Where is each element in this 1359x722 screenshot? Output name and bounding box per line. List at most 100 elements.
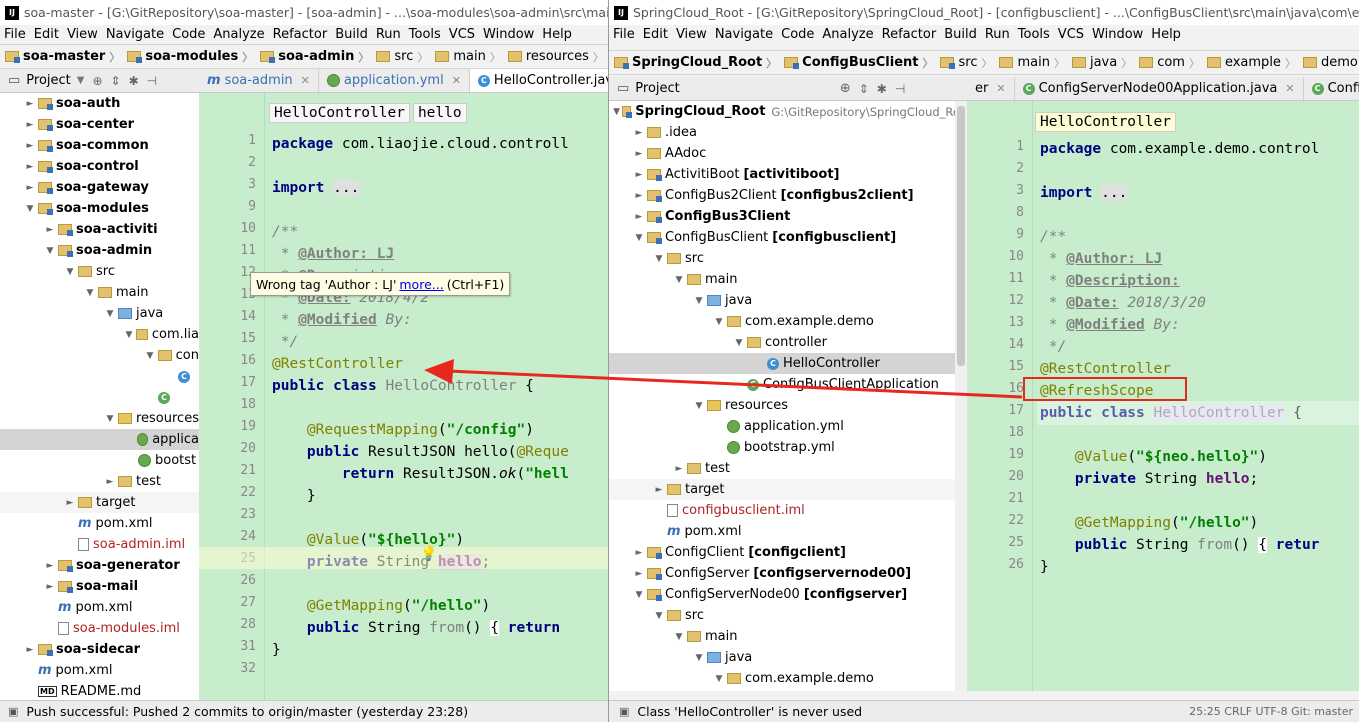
nav-crumb[interactable]: demo〉 — [1298, 55, 1359, 71]
menu-item-tools[interactable]: Tools — [405, 27, 445, 42]
menu-item-window[interactable]: Window — [1088, 27, 1147, 42]
nav-crumb[interactable]: java 〉 — [1067, 55, 1134, 71]
menu-item-navigate[interactable]: Navigate — [102, 27, 168, 42]
nav-crumb[interactable]: com 〉 — [1134, 55, 1202, 71]
menu-item-view[interactable]: View — [672, 27, 711, 42]
chevron-down-icon[interactable]: ▼ — [44, 246, 56, 256]
tree-node[interactable]: m pom.xml — [0, 660, 199, 681]
chevron-down-icon[interactable]: ▼ — [653, 611, 665, 621]
tree-node[interactable]: soa-admin.iml — [0, 534, 199, 555]
menu-item-run[interactable]: Run — [372, 27, 405, 42]
chevron-down-icon[interactable]: ▼ — [124, 330, 134, 340]
editor-tab[interactable]: m soa-admin ✕ — [199, 69, 319, 92]
chevron-down-icon[interactable]: ▼ — [693, 401, 705, 411]
nav-crumb[interactable]: resources 〉 — [503, 49, 606, 65]
menu-item-vcs[interactable]: VCS — [1054, 27, 1088, 42]
tree-node[interactable]: ► AAdoc — [609, 143, 967, 164]
menu-item-window[interactable]: Window — [479, 27, 538, 42]
chevron-down-icon[interactable]: ▼ — [633, 233, 645, 243]
menu-item-code[interactable]: Code — [777, 27, 818, 42]
tree-node[interactable]: ▼ java — [609, 647, 967, 668]
sync-icon[interactable]: ⊕ — [840, 81, 851, 96]
tree-node[interactable]: bootstrap.yml — [609, 437, 967, 458]
hide-icon[interactable]: ⊣ — [147, 74, 157, 88]
tree-node[interactable]: ► ConfigServer [configservernode00] — [609, 563, 967, 584]
tree-node[interactable]: C — [0, 387, 199, 408]
chevron-down-icon[interactable]: ▼ — [673, 275, 685, 285]
nav-crumb[interactable]: src 〉 — [371, 49, 430, 65]
tree-node[interactable]: applica — [0, 429, 199, 450]
tree-node[interactable]: MD README.md — [0, 681, 199, 700]
tree-node[interactable]: ▼ con — [0, 345, 199, 366]
tree-node[interactable]: ► soa-control — [0, 156, 199, 177]
tree-node[interactable]: ► .idea — [609, 122, 967, 143]
collapse-icon[interactable]: ⇕ — [111, 74, 121, 88]
tree-node[interactable]: ▼ com.example.demo — [609, 311, 967, 332]
lightbulb-icon[interactable]: 💡 — [420, 546, 437, 562]
tree-node[interactable]: ▼ com.lia — [0, 324, 199, 345]
menu-item-view[interactable]: View — [63, 27, 102, 42]
gear-icon[interactable]: ✱ — [129, 74, 139, 88]
tree-node[interactable]: ► ConfigBus3Client — [609, 206, 967, 227]
tree-node[interactable]: soa-modules.iml — [0, 618, 199, 639]
chevron-right-icon[interactable]: ► — [633, 170, 645, 180]
menu-item-build[interactable]: Build — [331, 27, 372, 42]
nav-crumb[interactable]: src 〉 — [935, 55, 994, 71]
left-code-text[interactable]: package com.liaojie.cloud.controll impor… — [272, 133, 569, 661]
chevron-down-icon[interactable]: ▼ — [653, 254, 665, 264]
tree-node[interactable]: ▼ ConfigServerNode00 [configserver] — [609, 584, 967, 605]
tree-node[interactable]: ► soa-gateway — [0, 177, 199, 198]
chevron-down-icon[interactable]: ▼ — [104, 414, 116, 424]
tree-node[interactable]: m pom.xml — [609, 521, 967, 542]
chevron-right-icon[interactable]: ► — [633, 212, 645, 222]
status-panel-icon[interactable]: ▣ — [619, 705, 629, 718]
menu-item-build[interactable]: Build — [940, 27, 981, 42]
status-panel-icon[interactable]: ▣ — [8, 705, 18, 718]
chevron-right-icon[interactable]: ► — [104, 477, 116, 487]
editor-tab[interactable]: CConfigBusCli✕ — [1304, 77, 1359, 100]
chevron-right-icon[interactable]: ► — [24, 141, 36, 151]
tree-node[interactable]: ▼ resources — [0, 408, 199, 429]
chevron-right-icon[interactable]: ► — [24, 183, 36, 193]
gear-icon[interactable]: ✱ — [877, 82, 887, 96]
tree-node[interactable]: C — [0, 366, 199, 387]
chevron-down-icon[interactable]: ▼ — [104, 309, 116, 319]
chevron-down-icon[interactable]: ▼ — [613, 107, 620, 117]
tree-node[interactable]: ▼ soa-modules — [0, 198, 199, 219]
close-icon[interactable]: ✕ — [996, 82, 1005, 95]
hide-icon[interactable]: ⊣ — [895, 82, 905, 96]
tree-node[interactable]: ► ActivitiBoot [activitiboot] — [609, 164, 967, 185]
menu-item-navigate[interactable]: Navigate — [711, 27, 777, 42]
crumb-class[interactable]: HelloController — [1035, 112, 1176, 132]
collapse-icon[interactable]: ⇕ — [859, 82, 869, 96]
chevron-right-icon[interactable]: ► — [24, 120, 36, 130]
menu-item-tools[interactable]: Tools — [1014, 27, 1054, 42]
tree-node[interactable]: ▼ java — [609, 290, 967, 311]
menu-item-edit[interactable]: Edit — [30, 27, 63, 42]
chevron-down-icon[interactable]: ▼ — [693, 296, 705, 306]
tree-node[interactable]: ► soa-activiti — [0, 219, 199, 240]
left-code-editor[interactable]: HelloController hello 1 2 3 9 10 11 12 13 14 15 16… — [199, 93, 609, 700]
close-icon[interactable]: ✕ — [1285, 82, 1294, 95]
tree-node[interactable]: C HelloController — [609, 353, 967, 374]
chevron-right-icon[interactable]: ► — [44, 582, 56, 592]
tree-node[interactable]: ► test — [0, 471, 199, 492]
crumb-field[interactable]: hello — [412, 103, 467, 123]
tree-node[interactable]: m pom.xml — [0, 597, 199, 618]
chevron-right-icon[interactable]: ► — [673, 464, 685, 474]
menu-item-run[interactable]: Run — [981, 27, 1014, 42]
tree-node[interactable]: m pom.xml — [0, 513, 199, 534]
tree-node[interactable]: ▼ src — [609, 605, 967, 626]
sync-icon[interactable]: ⊕ — [92, 74, 102, 88]
scrollbar-thumb[interactable] — [957, 106, 965, 366]
tree-node[interactable]: bootst — [0, 450, 199, 471]
chevron-down-icon[interactable]: ▼ — [84, 288, 96, 298]
tree-node[interactable]: application.yml — [609, 416, 967, 437]
chevron-down-icon[interactable]: ▼ — [733, 338, 745, 348]
chevron-right-icon[interactable]: ► — [24, 645, 36, 655]
chevron-down-icon[interactable]: ▼ — [77, 75, 85, 86]
chevron-right-icon[interactable]: ► — [24, 99, 36, 109]
chevron-right-icon[interactable]: ► — [633, 149, 645, 159]
chevron-down-icon[interactable]: ▼ — [144, 351, 156, 361]
chevron-right-icon[interactable]: ► — [44, 561, 56, 571]
